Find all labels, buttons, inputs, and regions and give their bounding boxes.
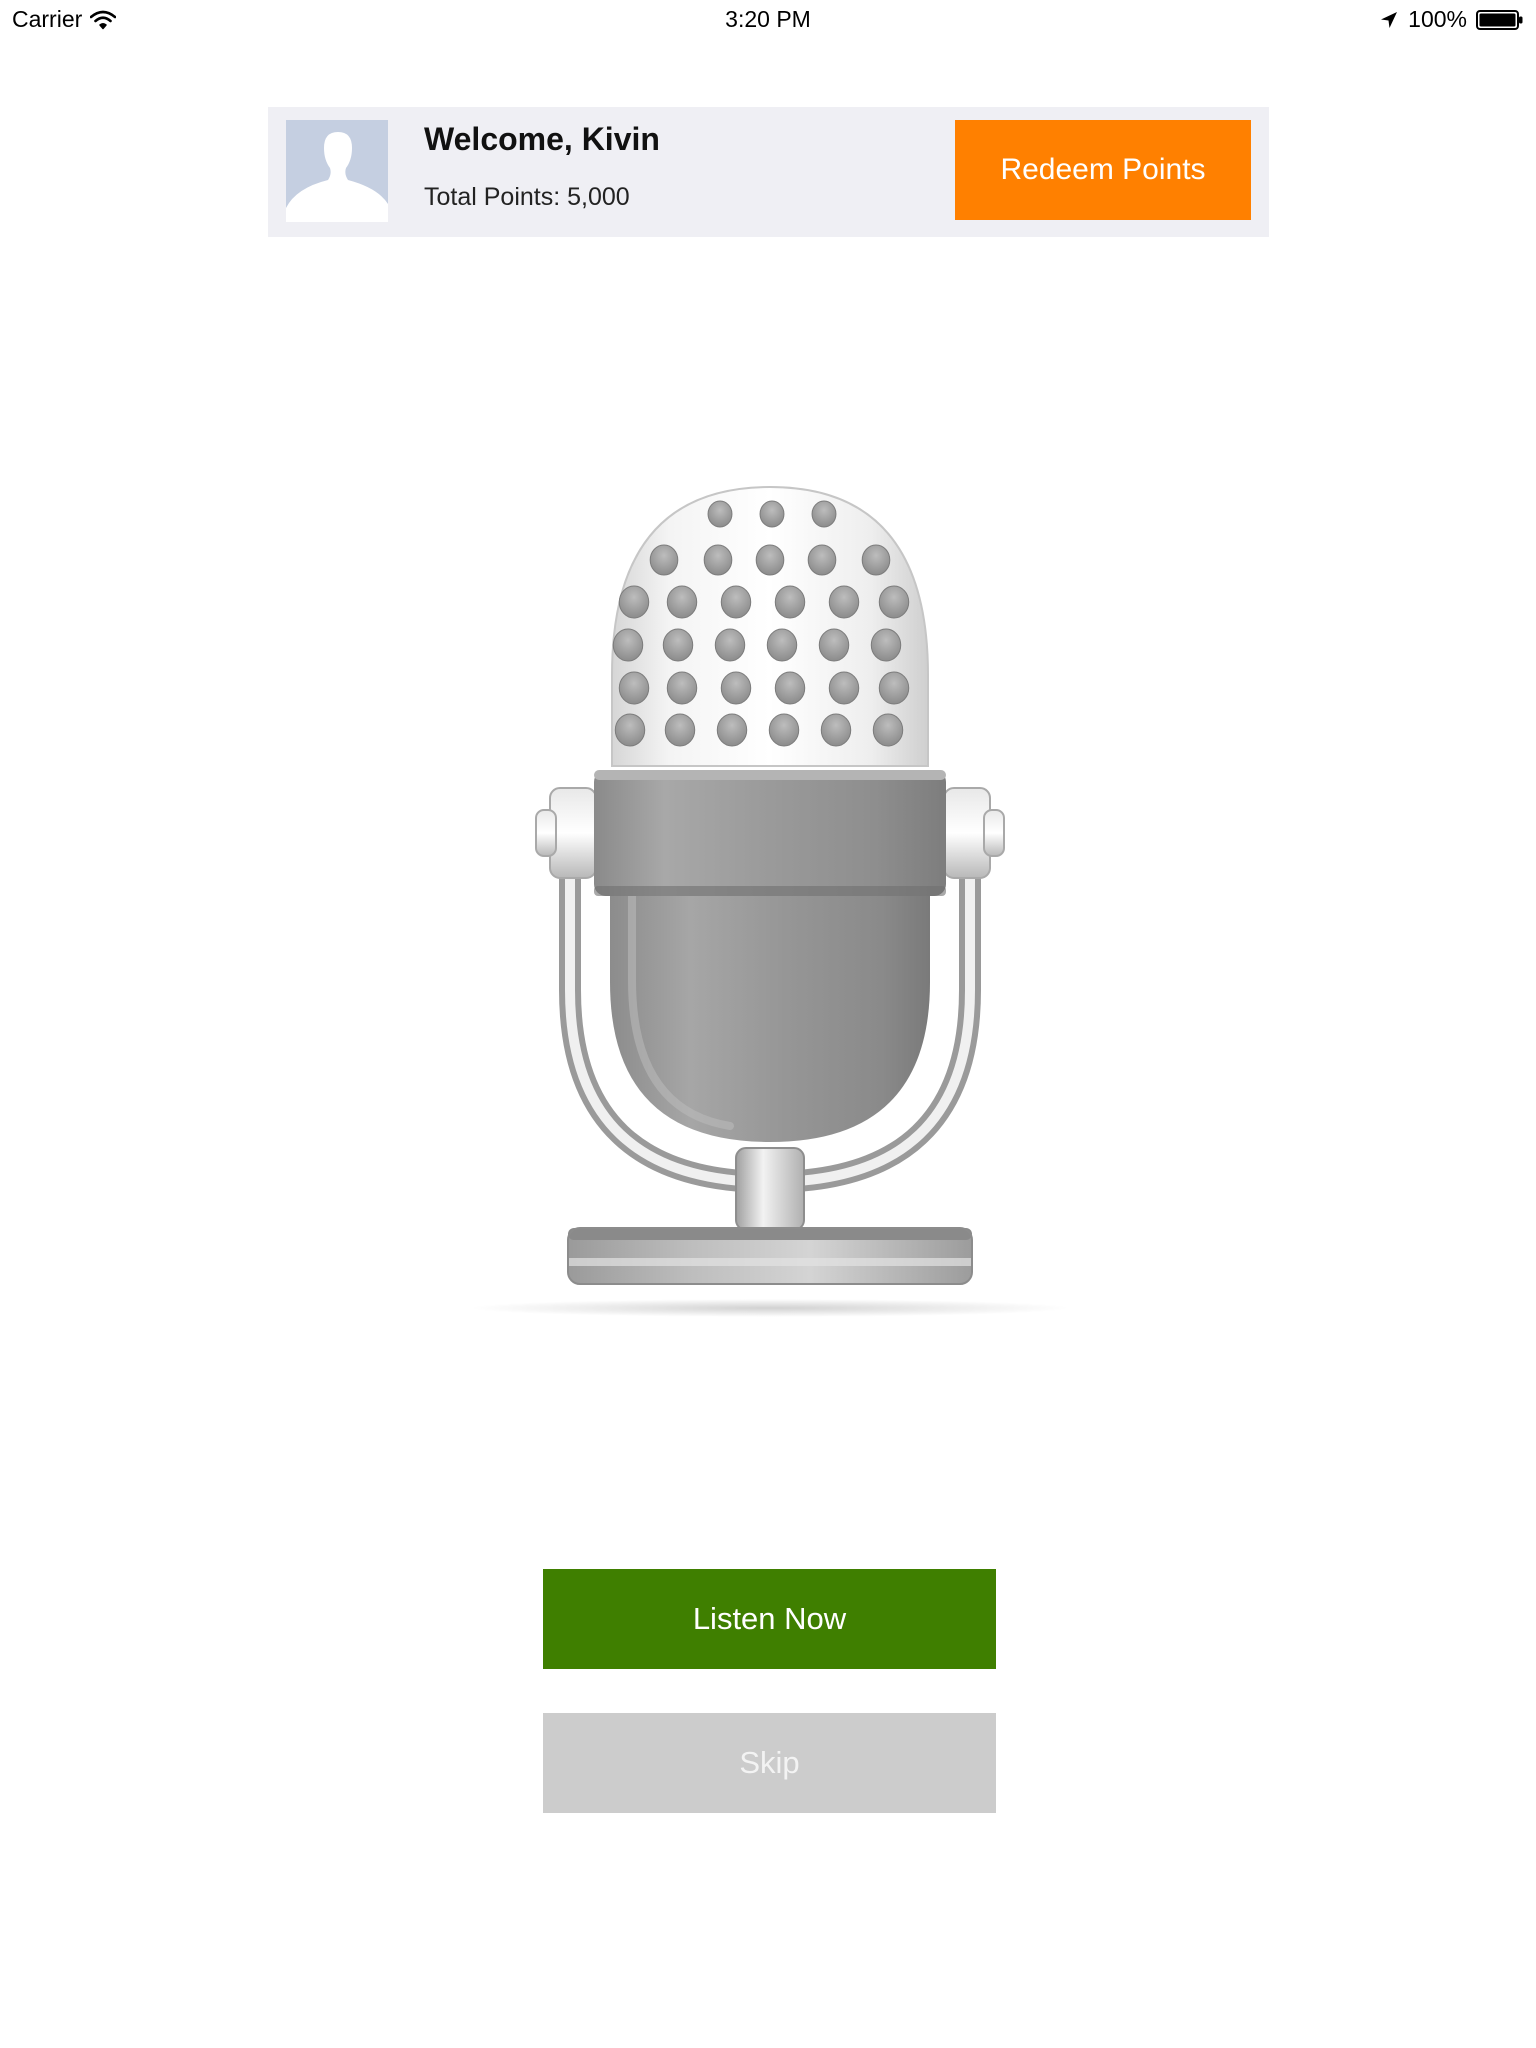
grill-hole [774, 671, 806, 705]
grill-hole [707, 500, 733, 528]
battery-icon [1476, 9, 1524, 31]
grill-hole [774, 585, 806, 619]
grill-hole [662, 628, 694, 662]
skip-button[interactable]: Skip [543, 1713, 996, 1813]
wifi-icon [90, 10, 117, 30]
microphone-icon [420, 470, 1120, 1330]
grill-hole [714, 628, 746, 662]
user-silhouette-icon [286, 120, 388, 222]
grill-hole [818, 628, 850, 662]
grill-hole [828, 671, 860, 705]
status-right: 100% [1379, 6, 1524, 33]
grill-hole [755, 544, 785, 576]
listen-now-button[interactable]: Listen Now [543, 1569, 996, 1669]
status-left: Carrier [12, 6, 117, 33]
grill-hole [614, 713, 646, 747]
grill-hole [820, 713, 852, 747]
status-time: 3:20 PM [725, 6, 811, 32]
grill-hole [666, 585, 698, 619]
grill-hole [618, 671, 650, 705]
grill-hole [861, 544, 891, 576]
battery-percent: 100% [1408, 6, 1467, 32]
grill-hole [872, 713, 904, 747]
grill-hole [878, 671, 910, 705]
grill-hole [703, 544, 733, 576]
grill-hole [716, 713, 748, 747]
grill-hole [720, 671, 752, 705]
grill-hole [612, 628, 644, 662]
location-arrow-icon [1379, 10, 1399, 30]
grill-hole [664, 713, 696, 747]
welcome-title: Welcome, Kivin [424, 121, 660, 157]
carrier-label: Carrier [12, 6, 83, 32]
grill-hole [828, 585, 860, 619]
welcome-card: Welcome, Kivin Total Points: 5,000 Redee… [268, 107, 1269, 237]
microphone-illustration [420, 470, 1120, 1330]
grill-hole [618, 585, 650, 619]
grill-hole [878, 585, 910, 619]
total-points: Total Points: 5,000 [424, 183, 630, 211]
grill-hole [811, 500, 837, 528]
status-bar: Carrier 3:20 PM 100% [0, 0, 1536, 44]
grill-hole [649, 544, 679, 576]
grill-hole [720, 585, 752, 619]
avatar[interactable] [286, 120, 388, 222]
redeem-points-button[interactable]: Redeem Points [955, 120, 1251, 220]
grill-hole [870, 628, 902, 662]
grill-hole [666, 671, 698, 705]
grill-hole [807, 544, 837, 576]
grill-hole [766, 628, 798, 662]
grill-hole [768, 713, 800, 747]
grill-hole [759, 500, 785, 528]
